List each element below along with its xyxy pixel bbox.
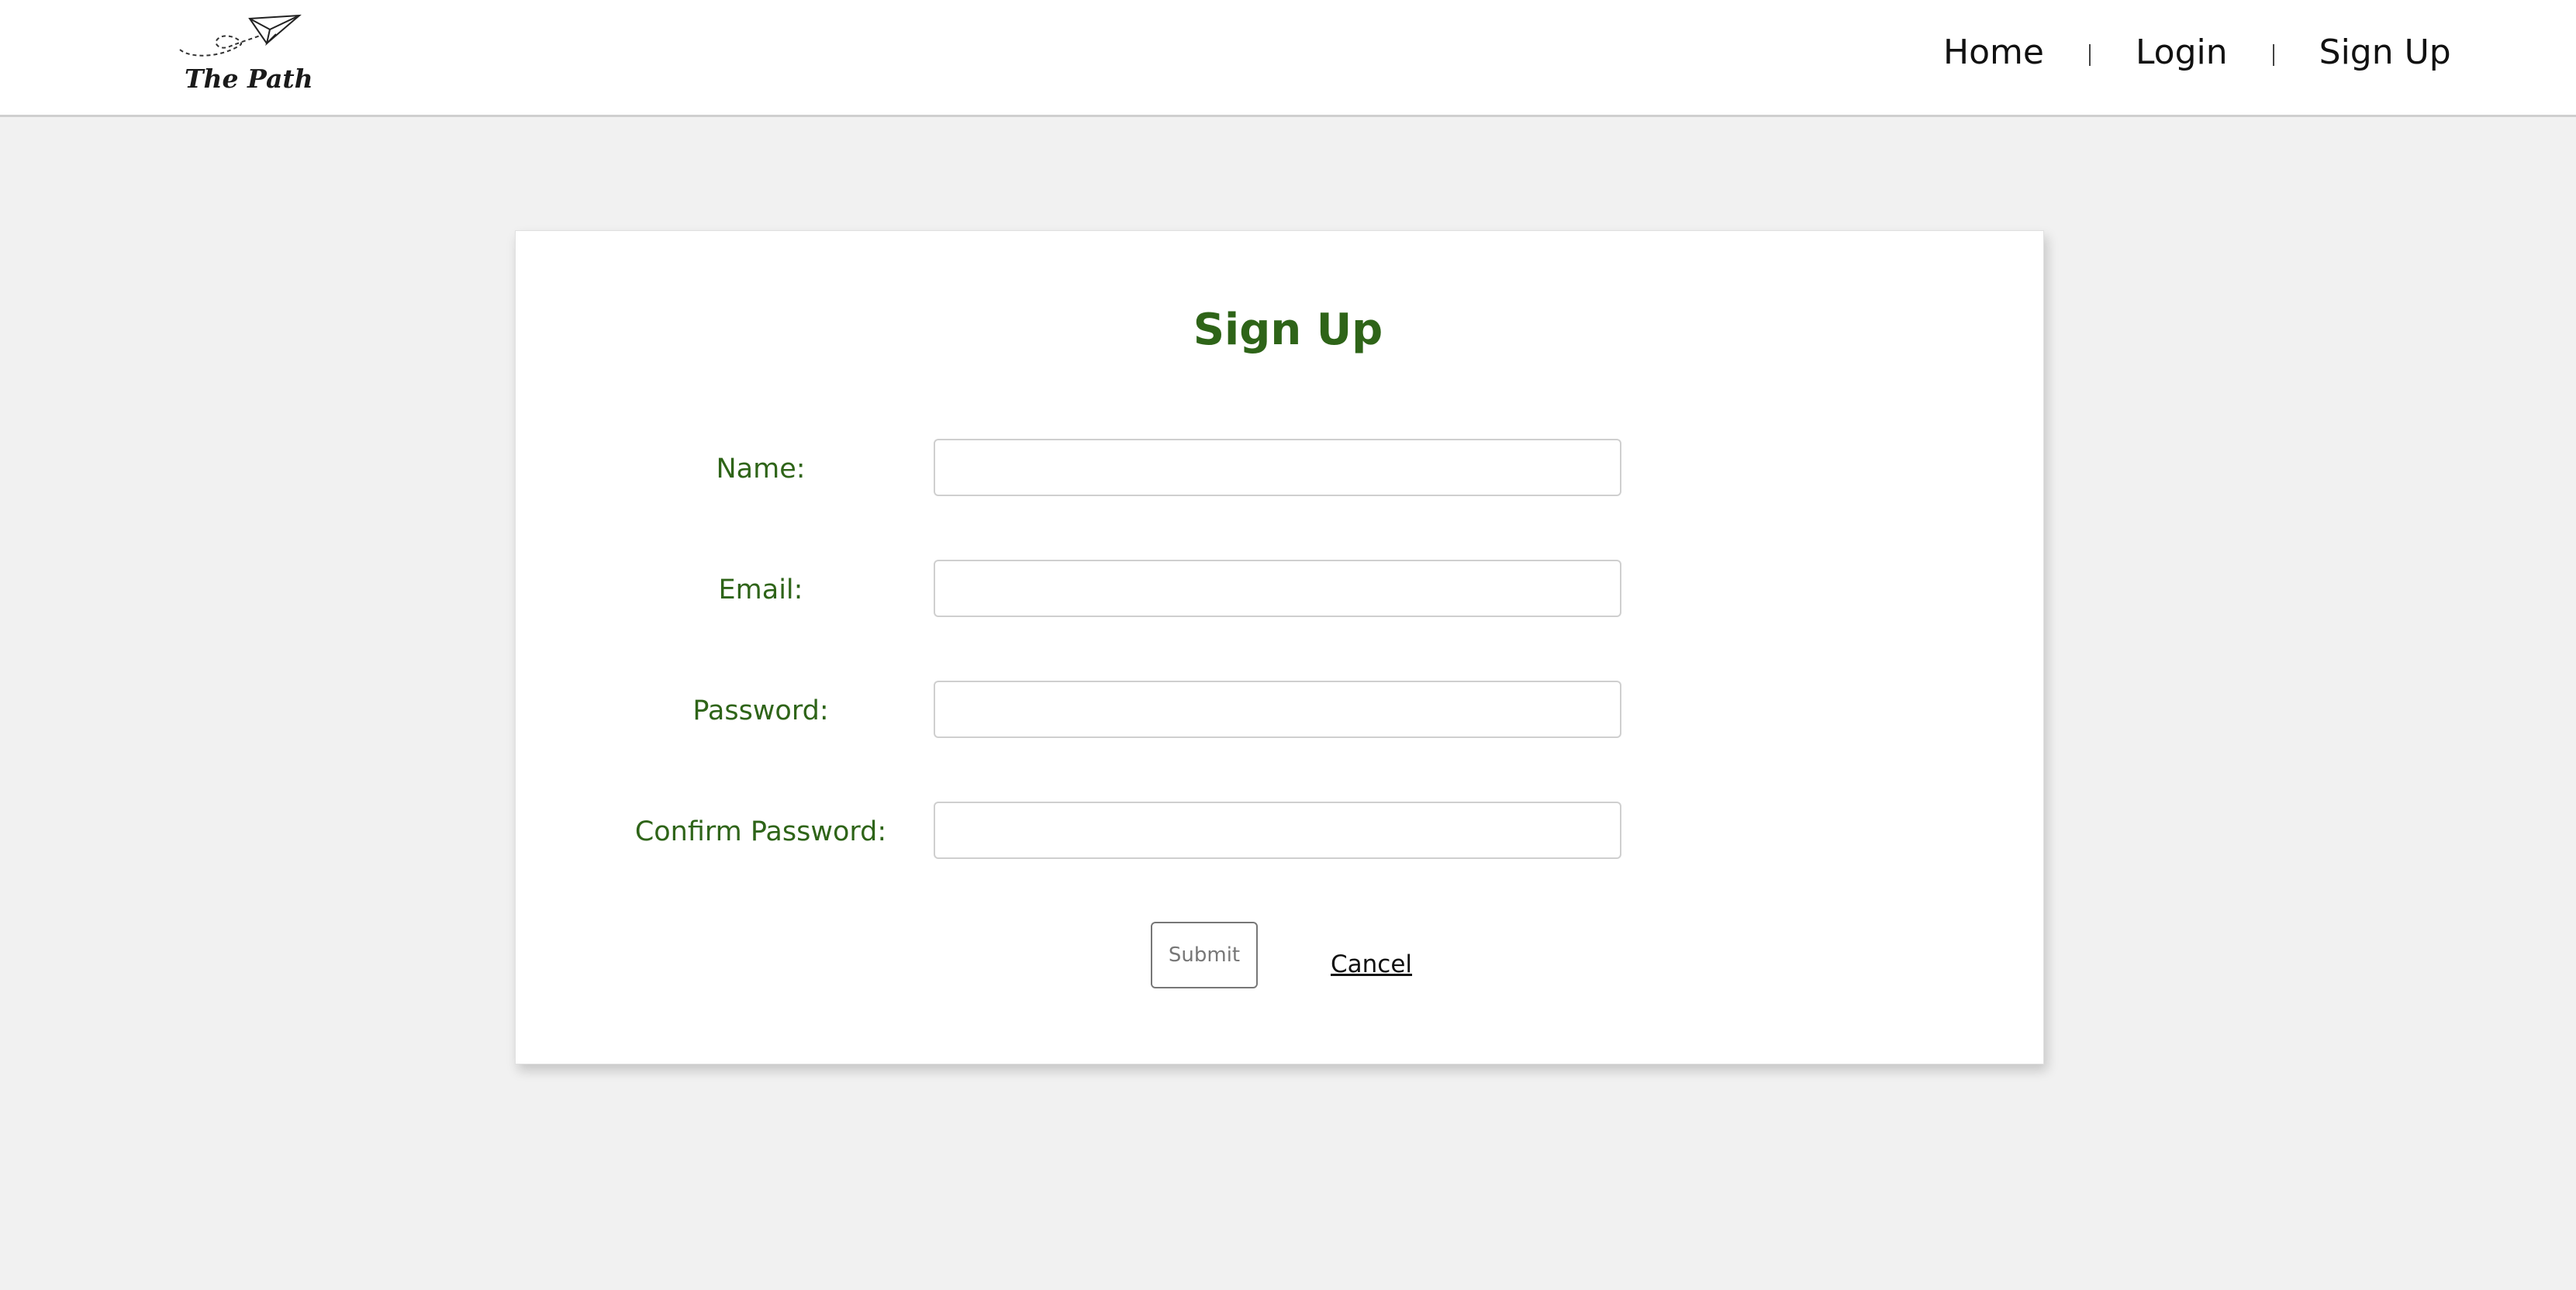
confirm-password-label: Confirm Password: (634, 816, 887, 847)
cancel-link[interactable]: Cancel (1331, 950, 1412, 978)
main-nav: Home Login Sign Up (1943, 28, 2451, 76)
nav-separator (2272, 44, 2274, 66)
top-navbar: The Path Home Login Sign Up (0, 0, 2576, 117)
signup-card (515, 230, 2044, 1064)
logo[interactable]: The Path (175, 11, 313, 98)
confirm-password-field[interactable] (934, 802, 1621, 859)
paper-plane-icon (179, 14, 302, 57)
submit-button[interactable]: Submit (1151, 922, 1258, 988)
nav-separator (2088, 44, 2091, 66)
email-field[interactable] (934, 560, 1621, 617)
page-title: Sign Up (1193, 305, 1383, 355)
nav-home-link[interactable]: Home (1943, 33, 2044, 72)
nav-signup-link[interactable]: Sign Up (2319, 33, 2451, 72)
password-label: Password: (692, 695, 829, 726)
password-field[interactable] (934, 681, 1621, 738)
logo-text: The Path (185, 64, 313, 94)
nav-login-link[interactable]: Login (2136, 33, 2228, 72)
email-label: Email: (718, 574, 803, 605)
name-field[interactable] (934, 439, 1621, 496)
name-label: Name: (716, 454, 806, 485)
